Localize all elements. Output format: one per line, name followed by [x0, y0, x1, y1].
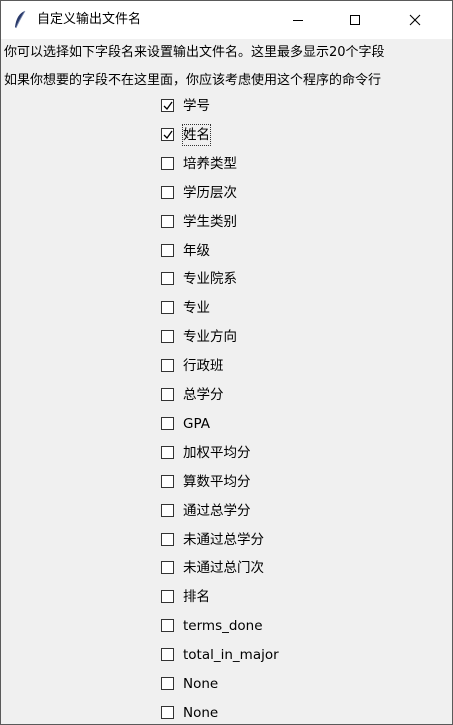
checkbox-label[interactable]: 姓名 — [182, 123, 211, 146]
checkbox[interactable] — [161, 127, 174, 141]
field-checkbox-row[interactable]: 通过总学分 — [161, 501, 341, 521]
checkbox[interactable] — [161, 243, 174, 257]
field-checkbox-row[interactable]: 算数平均分 — [161, 472, 341, 492]
checkbox[interactable] — [161, 272, 174, 286]
field-checkbox-row[interactable]: 专业院系 — [161, 269, 341, 289]
checkbox[interactable] — [161, 416, 174, 430]
checkbox-label[interactable]: 未通过总门次 — [183, 558, 264, 578]
maximize-button[interactable] — [332, 1, 378, 39]
checkmark-icon — [163, 101, 173, 111]
field-checkbox-row[interactable]: None — [161, 703, 341, 723]
checkbox-label[interactable]: 算数平均分 — [183, 472, 251, 492]
checkbox[interactable] — [161, 301, 174, 315]
field-checkbox-row[interactable]: terms_done — [161, 616, 341, 636]
checkbox-label[interactable]: 总学分 — [183, 385, 224, 405]
close-button[interactable] — [392, 1, 438, 39]
maximize-icon — [350, 15, 360, 25]
checkbox-label[interactable]: 学号 — [183, 96, 210, 116]
checkbox-label[interactable]: None — [183, 674, 218, 694]
checkbox[interactable] — [161, 359, 174, 373]
checkbox-label[interactable]: 学生类别 — [183, 212, 237, 232]
checkbox[interactable] — [161, 156, 174, 170]
minimize-button[interactable] — [275, 1, 321, 39]
field-checkbox-row[interactable]: 行政班 — [161, 356, 341, 376]
field-checkbox-row[interactable]: 专业方向 — [161, 327, 341, 347]
description-line-2: 如果你想要的字段不在这里面，你应该考虑使用这个程序的命令行 — [4, 73, 382, 88]
checkbox[interactable] — [161, 99, 174, 112]
description-line-1: 你可以选择如下字段名来设置输出文件名。这里最多显示20个字段 — [4, 45, 385, 60]
dialog-window: 自定义输出文件名 你可以选择如下字段名来设置输出文件名。这里最多显示20个字段 … — [0, 0, 453, 725]
checkbox[interactable] — [161, 388, 174, 401]
checkbox-label[interactable]: 排名 — [183, 587, 210, 607]
checkbox[interactable] — [161, 214, 174, 228]
checkbox-label[interactable]: 未通过总学分 — [183, 530, 264, 550]
checkbox[interactable] — [161, 532, 174, 546]
field-checkbox-row[interactable]: 培养类型 — [161, 154, 341, 174]
checkbox-label[interactable]: 学历层次 — [183, 183, 237, 203]
field-checkbox-row[interactable]: 未通过总学分 — [161, 530, 341, 550]
field-checkbox-row[interactable]: 专业 — [161, 298, 341, 318]
checkbox[interactable] — [161, 705, 174, 719]
checkbox[interactable] — [161, 619, 174, 633]
feather-icon — [13, 10, 27, 30]
checkbox[interactable] — [161, 185, 174, 199]
field-checkbox-row[interactable]: total_in_major — [161, 645, 341, 665]
close-icon — [409, 14, 421, 26]
window-title: 自定义输出文件名 — [37, 12, 142, 27]
checkbox-label[interactable]: 专业院系 — [183, 269, 237, 289]
checkbox-label[interactable]: terms_done — [183, 616, 263, 636]
field-checkbox-row[interactable]: 总学分 — [161, 385, 341, 405]
checkbox-label[interactable]: 培养类型 — [183, 154, 237, 174]
checkbox-label[interactable]: 年级 — [183, 241, 210, 261]
field-checkbox-row[interactable]: 学历层次 — [161, 183, 341, 203]
checkbox[interactable] — [161, 677, 174, 690]
minimize-icon — [293, 20, 303, 21]
field-checkbox-row[interactable]: GPA — [161, 414, 341, 434]
checkbox[interactable] — [161, 474, 174, 488]
checkbox[interactable] — [161, 590, 174, 604]
checkbox-label[interactable]: GPA — [183, 414, 210, 434]
checkbox[interactable] — [161, 503, 174, 517]
checkbox-label[interactable]: 行政班 — [183, 356, 224, 376]
field-checkbox-row[interactable]: 加权平均分 — [161, 443, 341, 463]
checkbox-label[interactable]: 专业 — [183, 298, 210, 318]
field-checkbox-row[interactable]: 学生类别 — [161, 212, 341, 232]
checkbox-label[interactable]: None — [183, 703, 218, 723]
checkbox[interactable] — [161, 445, 174, 459]
title-bar[interactable]: 自定义输出文件名 — [1, 1, 452, 39]
field-checkbox-row[interactable]: None — [161, 674, 341, 694]
checkbox[interactable] — [161, 330, 174, 344]
field-checkbox-row[interactable]: 未通过总门次 — [161, 558, 341, 578]
field-checkbox-row[interactable]: 学号 — [161, 96, 341, 116]
field-checkbox-row[interactable]: 排名 — [161, 587, 341, 607]
checkbox-label[interactable]: 通过总学分 — [183, 501, 251, 521]
checkmark-icon — [163, 130, 173, 139]
checkbox-label[interactable]: 专业方向 — [183, 327, 237, 347]
checkbox-label[interactable]: total_in_major — [183, 645, 279, 665]
checkbox[interactable] — [161, 648, 174, 662]
field-checkbox-row[interactable]: 姓名 — [161, 123, 341, 146]
checkbox-label[interactable]: 加权平均分 — [183, 443, 251, 463]
field-checkbox-row[interactable]: 年级 — [161, 241, 341, 261]
checkbox[interactable] — [161, 561, 174, 575]
